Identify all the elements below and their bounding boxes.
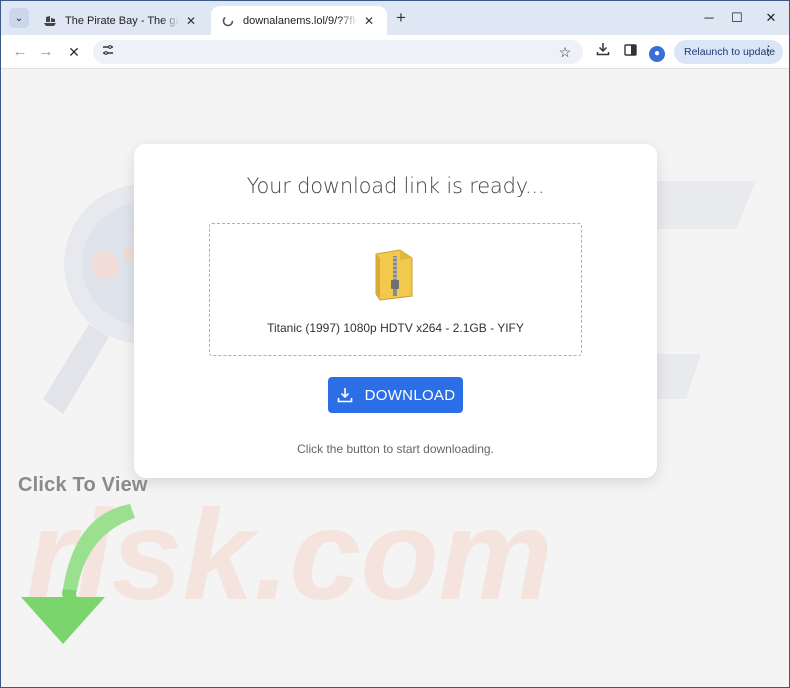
page-content: risk.com Your download link is ready... … bbox=[1, 69, 789, 687]
browser-toolbar: ← → ✕ ☆ ● Relaunch to update ⋮ bbox=[1, 35, 789, 69]
relaunch-to-update-button[interactable]: Relaunch to update ⋮ bbox=[674, 40, 783, 64]
tab-download-page[interactable]: downalanems.lol/9/?7fk8qechc ✕ bbox=[211, 6, 387, 35]
tab-pirate-bay[interactable]: The Pirate Bay - The galaxy's most ✕ bbox=[33, 6, 209, 35]
file-box: Titanic (1997) 1080p HDTV x264 - 2.1GB -… bbox=[209, 223, 582, 356]
minimize-button[interactable]: ─ bbox=[694, 5, 724, 31]
close-tab-icon[interactable]: ✕ bbox=[361, 14, 377, 28]
forward-arrow-icon[interactable]: → bbox=[35, 41, 57, 63]
tab-strip: ⌄ The Pirate Bay - The galaxy's most ✕ d… bbox=[1, 1, 789, 35]
close-tab-icon[interactable]: ✕ bbox=[183, 14, 199, 28]
download-card: Your download link is ready... Titanic (… bbox=[134, 144, 657, 478]
site-info-icon[interactable] bbox=[99, 43, 117, 61]
green-down-arrow-icon bbox=[21, 504, 135, 644]
file-name: Titanic (1997) 1080p HDTV x264 - 2.1GB -… bbox=[267, 321, 524, 335]
tab-title: The Pirate Bay - The galaxy's most bbox=[65, 14, 179, 27]
downloads-icon[interactable] bbox=[592, 41, 614, 63]
profile-avatar-icon[interactable]: ● bbox=[646, 41, 668, 63]
download-hint: Click the button to start downloading. bbox=[297, 442, 494, 456]
close-window-button[interactable]: ✕ bbox=[756, 5, 786, 31]
download-icon bbox=[337, 388, 352, 403]
zip-folder-icon bbox=[375, 249, 413, 301]
back-arrow-icon[interactable]: ← bbox=[9, 41, 31, 63]
menu-kebab-icon[interactable]: ⋮ bbox=[762, 43, 775, 59]
side-panel-icon[interactable] bbox=[619, 41, 641, 63]
stop-loading-icon[interactable]: ✕ bbox=[63, 41, 85, 63]
loading-spinner-icon bbox=[221, 15, 235, 27]
tab-title: downalanems.lol/9/?7fk8qechc bbox=[243, 14, 357, 27]
new-tab-button[interactable]: + bbox=[391, 8, 411, 28]
pirate-ship-icon bbox=[43, 15, 57, 27]
maximize-button[interactable]: ☐ bbox=[722, 5, 752, 31]
bookmark-star-icon[interactable]: ☆ bbox=[555, 42, 575, 62]
chevron-down-icon: ⌄ bbox=[14, 12, 24, 24]
tab-search-button[interactable]: ⌄ bbox=[9, 8, 29, 28]
browser-window: ⌄ The Pirate Bay - The galaxy's most ✕ d… bbox=[0, 0, 790, 688]
download-button[interactable]: DOWNLOAD bbox=[328, 377, 463, 413]
page-title: Your download link is ready... bbox=[246, 174, 545, 198]
address-bar[interactable]: ☆ bbox=[93, 40, 583, 64]
download-button-label: DOWNLOAD bbox=[364, 386, 456, 404]
